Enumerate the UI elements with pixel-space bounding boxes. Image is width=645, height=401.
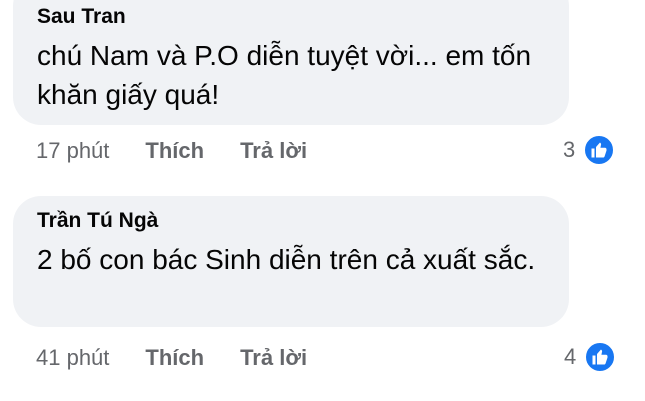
- thumbs-up-icon: [583, 134, 616, 166]
- reaction-count: 3: [563, 137, 576, 162]
- reaction-count: 4: [564, 344, 577, 369]
- like-button[interactable]: Thích: [145, 138, 204, 164]
- comment-timestamp[interactable]: 41 phút: [36, 345, 109, 371]
- like-button[interactable]: Thích: [145, 345, 204, 371]
- comment-author[interactable]: Sau Tran: [37, 4, 569, 30]
- comment-bubble: Trần Tú Ngà 2 bố con bác Sinh diễn trên …: [13, 196, 569, 327]
- reaction-summary[interactable]: 3: [563, 134, 616, 166]
- comment-actions: 41 phút Thích Trả lời: [36, 343, 307, 373]
- comment-text: chú Nam và P.O diễn tuyệt vời... em tốn …: [37, 40, 532, 110]
- reply-button[interactable]: Trả lời: [240, 138, 307, 164]
- reply-button[interactable]: Trả lời: [240, 345, 307, 371]
- comment-text: 2 bố con bác Sinh diễn trên cả xuất sắc.: [37, 244, 536, 275]
- comment-timestamp[interactable]: 17 phút: [36, 138, 109, 164]
- comments-section: Sau Tran chú Nam và P.O diễn tuyệt vời..…: [0, 0, 645, 401]
- comment-bubble: Sau Tran chú Nam và P.O diễn tuyệt vời..…: [13, 0, 569, 125]
- comment-author[interactable]: Trần Tú Ngà: [37, 208, 569, 234]
- reaction-summary[interactable]: 4: [564, 341, 617, 373]
- comment-actions: 17 phút Thích Trả lời: [36, 136, 307, 166]
- thumbs-up-icon: [584, 341, 617, 373]
